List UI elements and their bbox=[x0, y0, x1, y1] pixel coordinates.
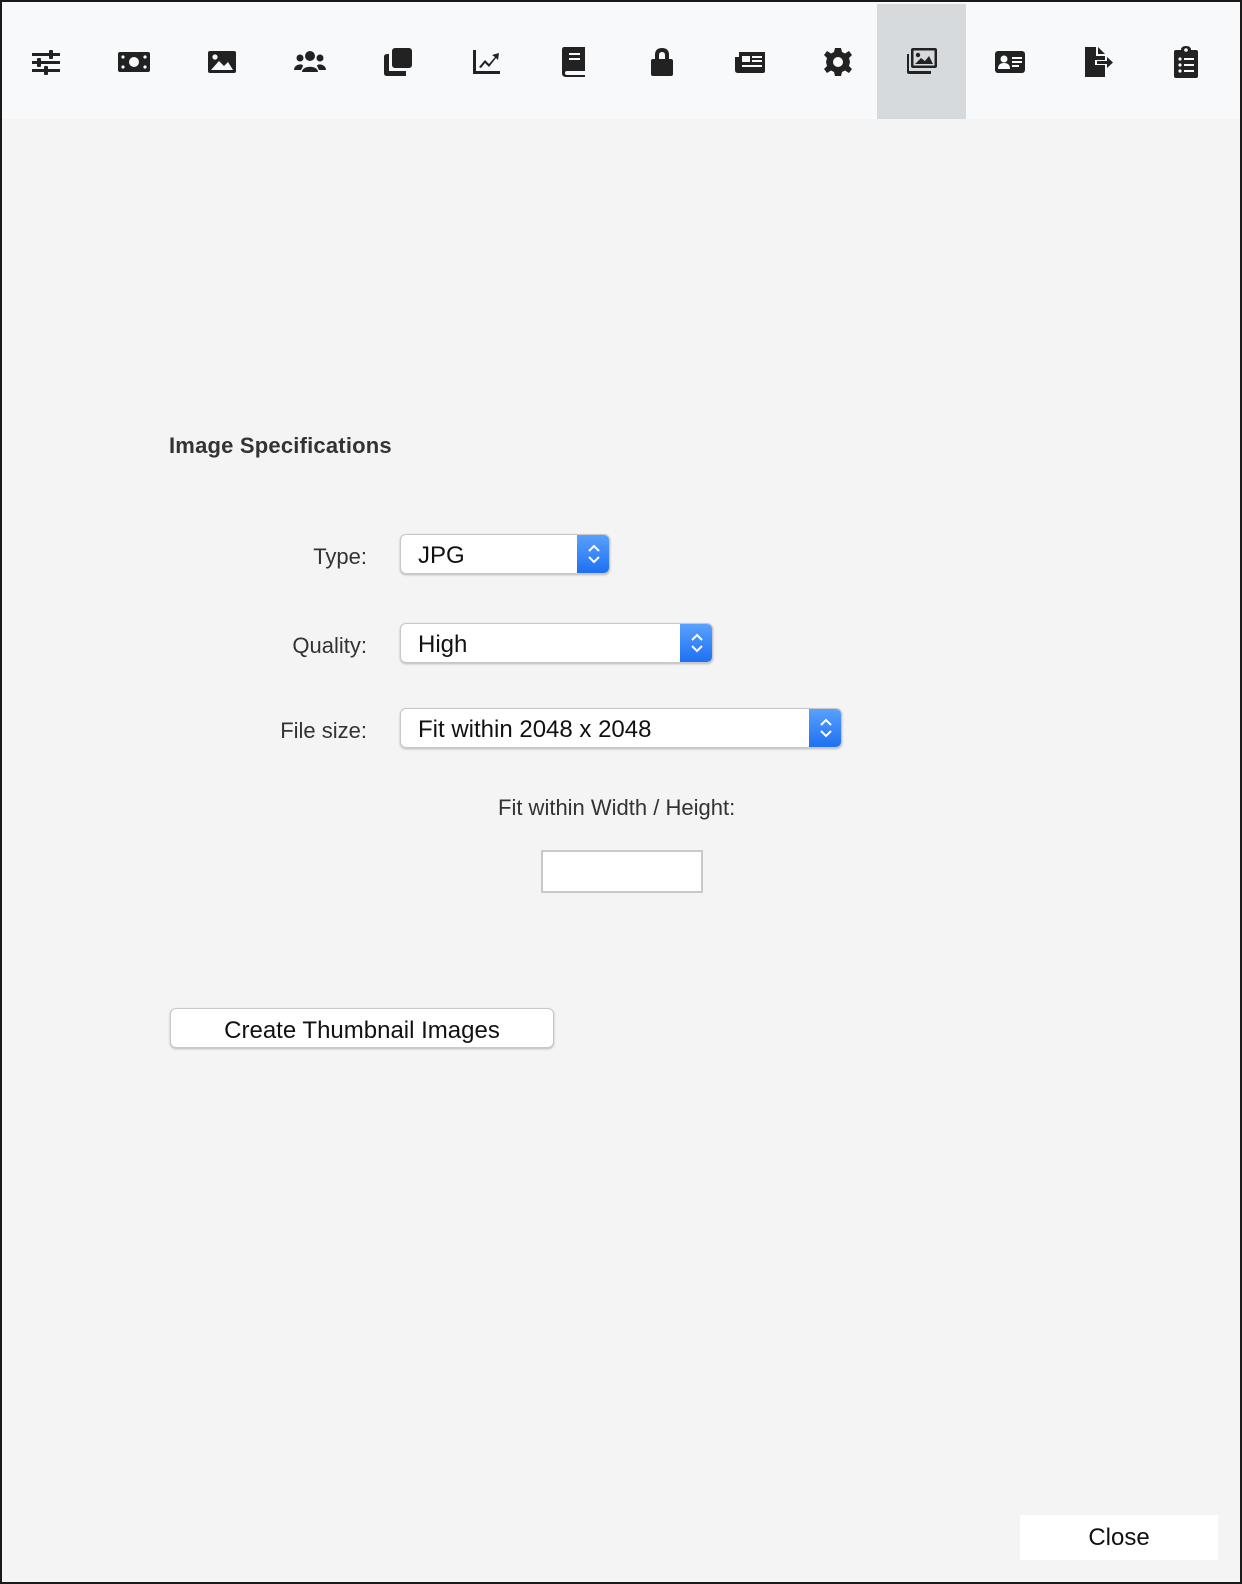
tab-image[interactable] bbox=[178, 4, 266, 119]
type-select-value: JPG bbox=[418, 542, 465, 569]
quality-select-value: High bbox=[418, 631, 468, 658]
tab-sliders[interactable] bbox=[2, 4, 90, 119]
tab-id-card[interactable] bbox=[966, 4, 1054, 119]
type-select[interactable]: JPG bbox=[400, 534, 610, 574]
sliders-icon bbox=[32, 49, 60, 75]
chart-line-icon bbox=[473, 49, 500, 74]
tab-lock[interactable] bbox=[618, 4, 706, 119]
tab-users[interactable] bbox=[266, 4, 354, 119]
dialog-window: Image Specifications Type: JPG Quality: … bbox=[0, 0, 1242, 1584]
file-size-select[interactable]: Fit within 2048 x 2048 bbox=[400, 708, 842, 748]
fit-within-input[interactable] bbox=[541, 850, 703, 893]
file-size-select-value: Fit within 2048 x 2048 bbox=[418, 716, 652, 743]
fit-within-label: Fit within Width / Height: bbox=[498, 795, 736, 820]
toolbar bbox=[2, 2, 1240, 119]
type-label: Type: bbox=[313, 544, 367, 569]
tab-clone[interactable] bbox=[354, 4, 442, 119]
chevron-up-down-icon bbox=[577, 535, 609, 573]
chevron-up-down-icon bbox=[680, 624, 712, 662]
tab-newspaper[interactable] bbox=[706, 4, 794, 119]
tab-clipboard-list[interactable] bbox=[1142, 4, 1230, 119]
id-card-icon bbox=[995, 50, 1025, 73]
tab-money[interactable] bbox=[90, 4, 178, 119]
images-icon bbox=[906, 47, 937, 74]
chevron-up-down-icon bbox=[809, 709, 841, 747]
section-title: Image Specifications bbox=[169, 433, 392, 458]
users-icon bbox=[294, 50, 326, 72]
tab-file-export[interactable] bbox=[1054, 4, 1142, 119]
money-icon bbox=[118, 51, 150, 72]
tab-chart[interactable] bbox=[442, 4, 530, 119]
tab-book[interactable] bbox=[530, 4, 618, 119]
create-thumbnails-button[interactable]: Create Thumbnail Images bbox=[170, 1008, 554, 1048]
newspaper-icon bbox=[735, 51, 765, 73]
clone-icon bbox=[384, 47, 412, 76]
clipboard-list-icon bbox=[1174, 45, 1198, 78]
lock-icon bbox=[651, 47, 673, 76]
tab-images[interactable] bbox=[877, 4, 966, 119]
file-export-icon bbox=[1085, 46, 1113, 77]
gear-icon bbox=[824, 47, 852, 76]
quality-label: Quality: bbox=[292, 633, 367, 658]
file-size-label: File size: bbox=[280, 718, 367, 743]
quality-select[interactable]: High bbox=[400, 623, 713, 663]
close-button[interactable]: Close bbox=[1020, 1515, 1218, 1560]
book-icon bbox=[562, 46, 585, 77]
tab-settings[interactable] bbox=[794, 4, 882, 119]
image-icon bbox=[208, 50, 236, 73]
